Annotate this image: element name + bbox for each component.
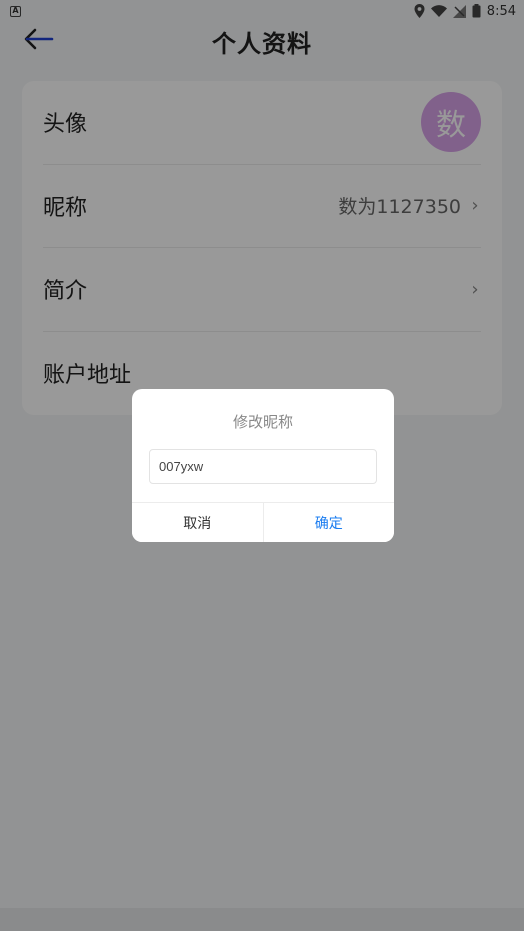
confirm-button[interactable]: 确定 bbox=[263, 503, 394, 542]
nickname-input[interactable] bbox=[149, 449, 377, 484]
dialog-title: 修改昵称 bbox=[232, 413, 293, 431]
dialog-actions: 取消 确定 bbox=[132, 502, 394, 542]
navigation-bar bbox=[0, 908, 524, 931]
cancel-button[interactable]: 取消 bbox=[132, 503, 264, 542]
edit-nickname-dialog: 修改昵称 取消 确定 bbox=[132, 389, 394, 542]
